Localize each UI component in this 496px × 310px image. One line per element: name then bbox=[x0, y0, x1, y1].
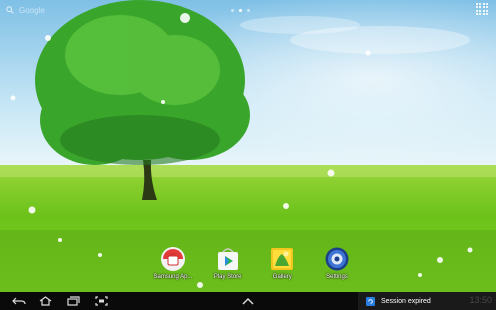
sync-icon bbox=[366, 296, 375, 306]
gallery-icon bbox=[271, 248, 294, 270]
screenshot-icon bbox=[94, 296, 108, 306]
menu-up-button[interactable] bbox=[237, 294, 259, 308]
back-button[interactable] bbox=[8, 294, 30, 308]
clock: 13:50 bbox=[469, 295, 492, 305]
page-dot bbox=[231, 9, 234, 12]
dock-label: Play Store bbox=[213, 274, 242, 280]
dock-label: Gallery bbox=[272, 274, 292, 280]
page-dot-active bbox=[239, 9, 242, 12]
menu-up-icon bbox=[242, 297, 254, 304]
home-button[interactable] bbox=[34, 294, 56, 308]
page-indicator bbox=[231, 9, 250, 12]
dock-label: Settings bbox=[326, 274, 348, 280]
search-icon bbox=[6, 6, 14, 14]
back-icon bbox=[12, 297, 26, 304]
app-dock: Samsung Ap... Play Store Gallery Setting… bbox=[150, 246, 360, 288]
google-search-bar[interactable]: Google bbox=[6, 3, 45, 17]
play-store-shortcut[interactable]: Play Store bbox=[205, 246, 251, 288]
notification-text: Session expired bbox=[381, 297, 431, 305]
screenshot-button[interactable] bbox=[90, 294, 112, 308]
samsung-apps-shortcut[interactable]: Samsung Ap... bbox=[150, 246, 196, 288]
system-navigation-bar: Session expired 13:50 bbox=[0, 292, 496, 310]
recent-apps-button[interactable] bbox=[62, 294, 84, 308]
settings-icon bbox=[325, 247, 349, 271]
notification-area[interactable]: Session expired 13:50 bbox=[358, 292, 496, 310]
dock-label: Samsung Ap... bbox=[153, 274, 193, 280]
recent-apps-icon bbox=[66, 296, 80, 306]
settings-shortcut[interactable]: Settings bbox=[314, 246, 360, 288]
search-label: Google bbox=[19, 5, 45, 15]
home-screen: Google Samsung Ap... Play Store Gallery … bbox=[0, 0, 496, 310]
play-store-icon bbox=[217, 248, 238, 270]
home-icon bbox=[39, 296, 51, 306]
samsung-apps-icon bbox=[161, 247, 185, 271]
page-dot bbox=[247, 9, 250, 12]
gallery-shortcut[interactable]: Gallery bbox=[259, 246, 305, 288]
all-apps-button[interactable] bbox=[476, 3, 488, 15]
